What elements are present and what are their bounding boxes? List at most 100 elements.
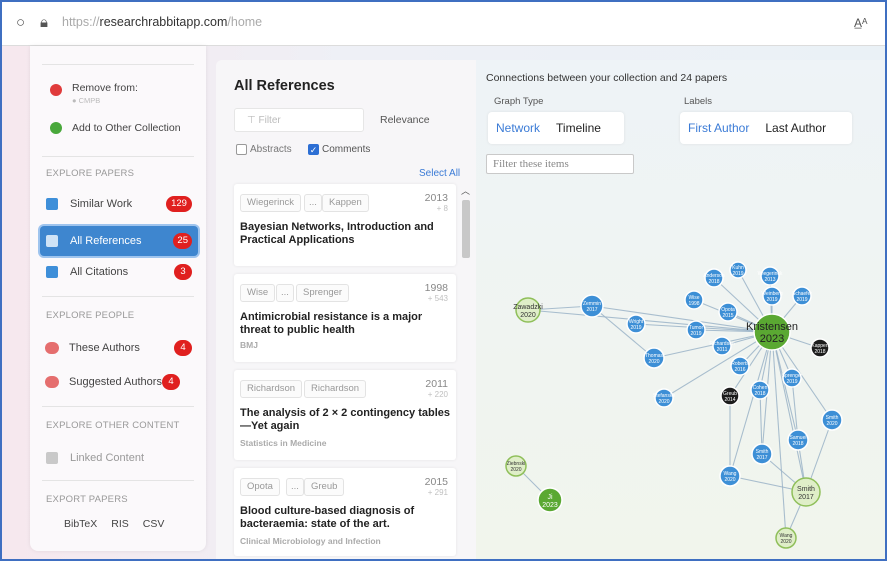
all-references-label: All References bbox=[70, 235, 142, 247]
node-year-label: 2020 bbox=[724, 477, 735, 483]
export-bibtex-button[interactable]: BibTeX bbox=[64, 518, 97, 530]
similar-work-count: 129 bbox=[166, 196, 192, 212]
graph-node[interactable]: Schaefer2019 bbox=[792, 286, 812, 306]
export-ris-button[interactable]: RIS bbox=[111, 518, 129, 530]
first-author-option[interactable]: First Author bbox=[680, 121, 757, 135]
reference-card[interactable]: Opota ... Greub 2015 + 291 Blood culture… bbox=[234, 468, 456, 556]
graph-node[interactable]: Ziebnski2020 bbox=[505, 455, 527, 477]
remove-from-collection-button[interactable]: Remove from: ● CMPB bbox=[50, 82, 200, 112]
graph-node[interactable]: Anderson2018 bbox=[703, 268, 725, 288]
graph-node[interactable]: Kappen2018 bbox=[810, 338, 830, 358]
similar-work-label: Similar Work bbox=[70, 198, 133, 210]
sort-select[interactable]: Relevance bbox=[380, 114, 430, 126]
sidebar: Remove from: ● CMPB Add to Other Collect… bbox=[30, 46, 206, 551]
labels-label: Labels bbox=[684, 96, 712, 107]
network-option[interactable]: Network bbox=[488, 121, 548, 135]
graph-node[interactable]: Samuel2018 bbox=[787, 429, 809, 451]
node-year-label: 2014 bbox=[724, 397, 735, 403]
url-path: /home bbox=[227, 15, 263, 29]
abstracts-checkbox[interactable]: Abstracts bbox=[236, 144, 292, 155]
node-year-label: 2019 bbox=[796, 297, 807, 303]
translate-icon[interactable]: A̲ᴬ bbox=[854, 16, 867, 30]
browser-address-bar: ○ 🔒︎ https://researchrabbitapp.com/home … bbox=[2, 2, 885, 46]
paper-title: Antimicrobial resistance is a major thre… bbox=[240, 311, 423, 336]
graph-node[interactable]: Smith2020 bbox=[821, 409, 843, 431]
paper-title: Bayesian Networks, Introduction and Prac… bbox=[240, 221, 434, 246]
add-to-collection-button[interactable]: Add to Other Collection bbox=[50, 120, 200, 138]
scroll-up-icon[interactable]: ︿ bbox=[461, 184, 470, 197]
graph-node[interactable]: Cohen2018 bbox=[750, 380, 770, 400]
suggested-authors-label: Suggested Authors bbox=[69, 376, 162, 388]
graph-node[interactable]: Smith2017 bbox=[791, 477, 821, 507]
checkmark-icon: ✓ bbox=[308, 144, 319, 155]
graph-node[interactable]: Tumor2019 bbox=[686, 320, 706, 340]
reference-card[interactable]: Wise ... Sprenger 1998 + 543 Antimicrobi… bbox=[234, 274, 456, 362]
divider bbox=[42, 296, 194, 297]
reference-card[interactable]: Richardson Richardson 2011 + 220 The ana… bbox=[234, 370, 456, 460]
add-label: Add to Other Collection bbox=[72, 122, 181, 134]
journal: BMJ bbox=[240, 340, 258, 350]
explore-other-heading: EXPLORE OTHER CONTENT bbox=[46, 420, 180, 431]
graph-node[interactable]: Greub2014 bbox=[720, 386, 740, 406]
year: 2011 bbox=[425, 378, 448, 390]
graph-node[interactable]: Roberts2016 bbox=[730, 356, 750, 376]
reload-icon[interactable]: ○ bbox=[16, 14, 25, 31]
scrollbar-thumb[interactable] bbox=[462, 200, 470, 258]
sidebar-item-linked-content[interactable]: Linked Content bbox=[40, 444, 198, 472]
author-chip[interactable]: Richardson bbox=[240, 380, 303, 398]
citation-count: + 8 bbox=[436, 204, 448, 213]
sidebar-item-all-references[interactable]: All References 25 bbox=[40, 226, 198, 256]
linked-content-label: Linked Content bbox=[70, 452, 144, 464]
year: 1998 bbox=[424, 282, 448, 294]
author-chip[interactable]: Wiegerinck bbox=[240, 194, 301, 212]
comments-label: Comments bbox=[322, 144, 371, 155]
author-ellipsis: ... bbox=[276, 284, 294, 302]
timeline-option[interactable]: Timeline bbox=[548, 121, 609, 135]
graph-type-toggle: Network Timeline bbox=[488, 112, 624, 144]
author-chip[interactable]: Greub bbox=[304, 478, 345, 496]
explore-people-heading: EXPLORE PEOPLE bbox=[46, 310, 135, 321]
graph-node[interactable]: Thomas2020 bbox=[643, 347, 665, 369]
graph-node[interactable]: Opota2015 bbox=[718, 302, 738, 322]
graph-node[interactable]: Zawadzki2020 bbox=[513, 297, 543, 323]
graph-title: Connections between your collection and … bbox=[486, 72, 728, 84]
graph-node[interactable]: Kristensen2023 bbox=[746, 313, 798, 351]
sidebar-item-all-citations[interactable]: All Citations 3 bbox=[40, 258, 198, 286]
author-chip[interactable]: Sprenger bbox=[296, 284, 350, 302]
export-csv-button[interactable]: CSV bbox=[143, 518, 165, 530]
node-year-label: 2015 bbox=[722, 313, 733, 319]
url-scheme: https:// bbox=[62, 15, 100, 29]
graph-node[interactable]: Richardson2011 bbox=[709, 336, 735, 356]
last-author-option[interactable]: Last Author bbox=[757, 121, 834, 135]
url-field[interactable]: https://researchrabbitapp.com/home bbox=[62, 15, 262, 29]
all-citations-label: All Citations bbox=[70, 266, 129, 278]
author-chip[interactable]: Wise bbox=[240, 284, 276, 302]
select-all-link[interactable]: Select All bbox=[419, 168, 460, 179]
journal: Statistics in Medicine bbox=[240, 438, 327, 448]
references-filter-input[interactable]: ⊤ Filter bbox=[234, 108, 364, 132]
author-chip[interactable]: Opota bbox=[240, 478, 280, 496]
graph-node[interactable]: Wang2020 bbox=[719, 465, 741, 487]
graph-node[interactable]: Wang2020 bbox=[775, 527, 797, 549]
sidebar-item-these-authors[interactable]: These Authors 4 bbox=[40, 334, 198, 362]
graph-node[interactable]: Stefanske2020 bbox=[653, 388, 675, 408]
graph-node[interactable]: Ji2023 bbox=[537, 487, 563, 513]
reference-card[interactable]: Wiegerinck ... Kappen 2013 + 8 Bayesian … bbox=[234, 184, 456, 266]
checkbox-box bbox=[236, 144, 247, 155]
graph-node[interactable]: Weinberg2019 bbox=[761, 286, 783, 306]
graph-node[interactable]: Wiegerinck2013 bbox=[758, 266, 783, 286]
graph-node[interactable]: Wright2019 bbox=[626, 314, 646, 334]
suggested-authors-count: 4 bbox=[162, 374, 180, 390]
sidebar-item-suggested-authors[interactable]: Suggested Authors 4 bbox=[40, 368, 198, 396]
author-chip[interactable]: Richardson bbox=[304, 380, 367, 398]
sidebar-item-similar-work[interactable]: Similar Work 129 bbox=[40, 190, 198, 218]
filter-icon: ⊤ bbox=[247, 115, 259, 126]
graph-node[interactable]: Kuhn2019 bbox=[729, 261, 747, 279]
graph-filter-input[interactable]: Filter these items bbox=[486, 154, 634, 174]
paper-title: Blood culture-based diagnosis of bactera… bbox=[240, 505, 415, 530]
comments-checkbox[interactable]: ✓ Comments bbox=[308, 144, 370, 155]
graph-node[interactable]: Smith2017 bbox=[751, 443, 773, 465]
graph-node[interactable]: Wise1998 bbox=[684, 290, 704, 310]
author-chip[interactable]: Kappen bbox=[322, 194, 369, 212]
graph-node[interactable]: Zemmin2017 bbox=[580, 294, 604, 318]
